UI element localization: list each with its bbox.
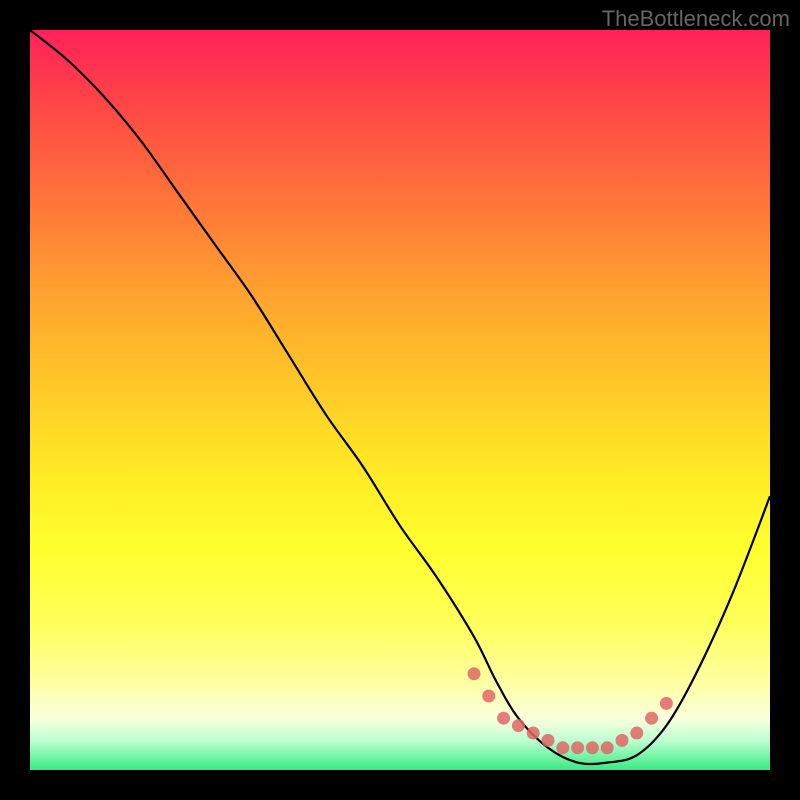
marker-dot xyxy=(468,667,481,680)
marker-dot xyxy=(616,734,629,747)
marker-dot xyxy=(497,712,510,725)
marker-dot xyxy=(571,741,584,754)
chart-svg xyxy=(30,30,770,770)
marker-dot xyxy=(512,719,525,732)
marker-dot xyxy=(527,727,540,740)
chart-container xyxy=(30,30,770,770)
marker-dot xyxy=(660,697,673,710)
highlight-dots xyxy=(468,667,673,754)
marker-dot xyxy=(556,741,569,754)
watermark-text: TheBottleneck.com xyxy=(602,6,790,32)
bottleneck-curve xyxy=(30,30,770,764)
marker-dot xyxy=(482,690,495,703)
marker-dot xyxy=(586,741,599,754)
marker-dot xyxy=(630,727,643,740)
marker-dot xyxy=(542,734,555,747)
marker-dot xyxy=(645,712,658,725)
marker-dot xyxy=(601,741,614,754)
